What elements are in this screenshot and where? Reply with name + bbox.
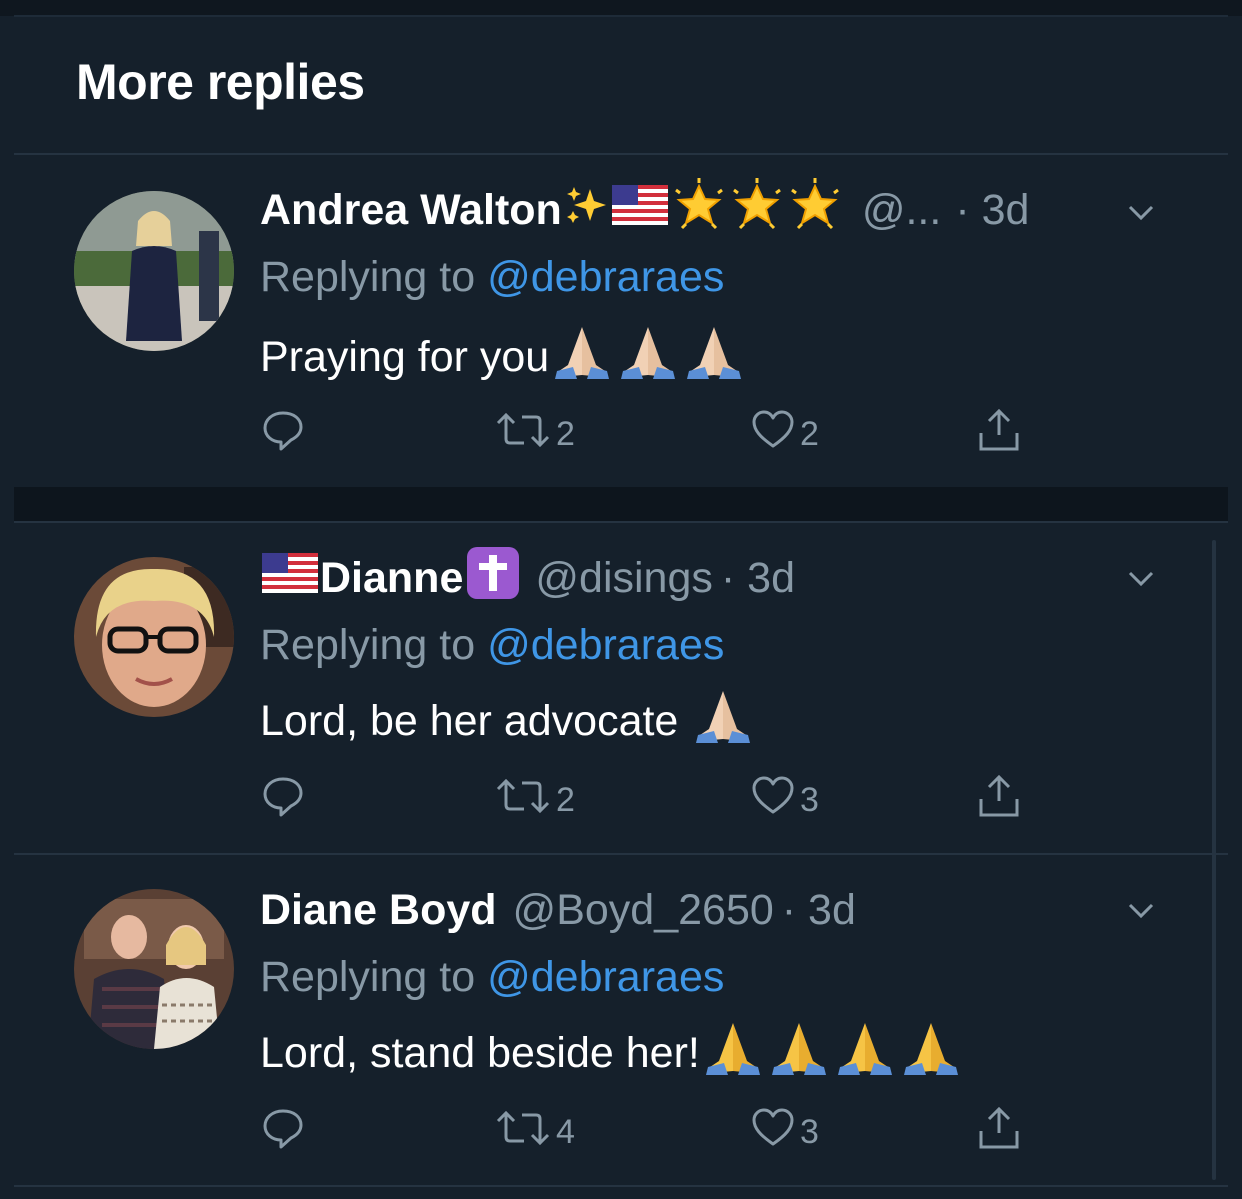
- share-icon: [976, 1105, 1022, 1160]
- action-bar: 2 3: [260, 773, 1060, 828]
- replying-prefix: Replying to: [260, 953, 476, 1001]
- avatar[interactable]: [74, 191, 234, 351]
- section-title: More replies: [76, 54, 365, 110]
- reply-button[interactable]: [260, 1107, 310, 1157]
- like-button[interactable]: 2: [750, 409, 819, 459]
- retweet-count: 2: [556, 780, 575, 819]
- retweet-icon: [494, 407, 552, 462]
- retweet-count: 2: [556, 414, 575, 453]
- like-icon: [750, 773, 796, 828]
- like-count: 3: [800, 780, 819, 819]
- user-handle[interactable]: @Boyd_2650: [513, 886, 774, 935]
- more-replies-header: More replies: [14, 17, 1228, 155]
- glowing-star-icon: [672, 177, 726, 243]
- folded-hands-icon: [900, 1019, 962, 1088]
- like-button[interactable]: 3: [750, 1107, 819, 1157]
- display-name[interactable]: Dianne: [320, 554, 463, 603]
- display-name[interactable]: Andrea Walton: [260, 186, 562, 235]
- like-button[interactable]: 3: [750, 775, 819, 825]
- scrollbar[interactable]: [1212, 540, 1216, 1180]
- tweet-text: Lord, be her advocate: [260, 690, 756, 751]
- tweet-body: Lord, be her advocate: [260, 696, 679, 745]
- tweet-body: Lord, stand beside her!: [260, 1028, 700, 1077]
- folded-hands-icon: [692, 687, 754, 756]
- conversation-separator: [14, 487, 1228, 521]
- mention-link[interactable]: @debraraes: [487, 253, 724, 301]
- mention-link[interactable]: @debraraes: [487, 621, 724, 669]
- replying-prefix: Replying to: [260, 253, 476, 301]
- folded-hands-icon: [702, 1019, 764, 1088]
- folded-hands-icon: [683, 323, 745, 392]
- top-frame-bar: [0, 0, 1242, 16]
- retweet-count: 4: [556, 1112, 575, 1151]
- retweet-icon: [494, 1105, 552, 1160]
- retweet-button[interactable]: 4: [494, 1107, 575, 1157]
- divider: [14, 1185, 1228, 1187]
- avatar[interactable]: [74, 889, 234, 1049]
- user-handle[interactable]: @...: [862, 186, 942, 235]
- author-line: Andrea Walton @... · 3d: [260, 177, 1029, 238]
- reply-tweet[interactable]: Andrea Walton @... · 3d Replying to @deb…: [14, 157, 1228, 487]
- mention-link[interactable]: @debraraes: [487, 953, 724, 1001]
- timestamp[interactable]: · 3d: [955, 186, 1029, 235]
- like-icon: [750, 1105, 796, 1160]
- tweet-text: Praying for you: [260, 326, 747, 387]
- replying-prefix: Replying to: [260, 621, 476, 669]
- author-line: Diane Boyd @Boyd_2650 · 3d: [260, 885, 856, 935]
- folded-hands-icon: [834, 1019, 896, 1088]
- like-count: 2: [800, 414, 819, 453]
- share-button[interactable]: [976, 773, 1022, 828]
- tweet-text: Lord, stand beside her!: [260, 1022, 964, 1083]
- reply-tweet[interactable]: Diane Boyd @Boyd_2650 · 3d Replying to @…: [14, 855, 1228, 1185]
- sparkles-icon: [564, 183, 608, 238]
- share-icon: [976, 407, 1022, 462]
- user-handle[interactable]: @disings: [535, 554, 713, 603]
- reply-icon: [260, 407, 306, 462]
- reply-icon: [260, 1105, 306, 1160]
- retweet-button[interactable]: 2: [494, 409, 575, 459]
- display-name[interactable]: Diane Boyd: [260, 886, 497, 935]
- retweet-button[interactable]: 2: [494, 775, 575, 825]
- author-line: Dianne @disings · 3d: [260, 546, 795, 604]
- timestamp[interactable]: · 3d: [721, 554, 795, 603]
- glowing-star-icon: [788, 177, 842, 243]
- reply-button[interactable]: [260, 409, 310, 459]
- chevron-down-icon[interactable]: [1124, 893, 1158, 927]
- folded-hands-icon: [617, 323, 679, 392]
- action-bar: 2 2: [260, 407, 1060, 462]
- us-flag-icon: [262, 552, 318, 604]
- action-bar: 4 3: [260, 1105, 1060, 1160]
- chevron-down-icon[interactable]: [1124, 561, 1158, 595]
- tweet-body: Praying for you: [260, 332, 550, 381]
- timestamp[interactable]: · 3d: [782, 886, 856, 935]
- share-button[interactable]: [976, 1105, 1022, 1160]
- reply-icon: [260, 773, 306, 828]
- avatar[interactable]: [74, 557, 234, 717]
- folded-hands-icon: [551, 323, 613, 392]
- share-button[interactable]: [976, 407, 1022, 462]
- replying-to-line: Replying to @debraraes: [260, 253, 724, 302]
- reply-button[interactable]: [260, 775, 310, 825]
- like-count: 3: [800, 1112, 819, 1151]
- folded-hands-icon: [768, 1019, 830, 1088]
- replying-to-line: Replying to @debraraes: [260, 953, 724, 1002]
- retweet-icon: [494, 773, 552, 828]
- chevron-down-icon[interactable]: [1124, 195, 1158, 229]
- glowing-star-icon: [730, 177, 784, 243]
- share-icon: [976, 773, 1022, 828]
- replying-to-line: Replying to @debraraes: [260, 621, 724, 670]
- us-flag-icon: [611, 184, 668, 236]
- latin-cross-icon: [465, 545, 521, 612]
- like-icon: [750, 407, 796, 462]
- reply-tweet[interactable]: Dianne @disings · 3d Replying to @debrar…: [14, 523, 1228, 853]
